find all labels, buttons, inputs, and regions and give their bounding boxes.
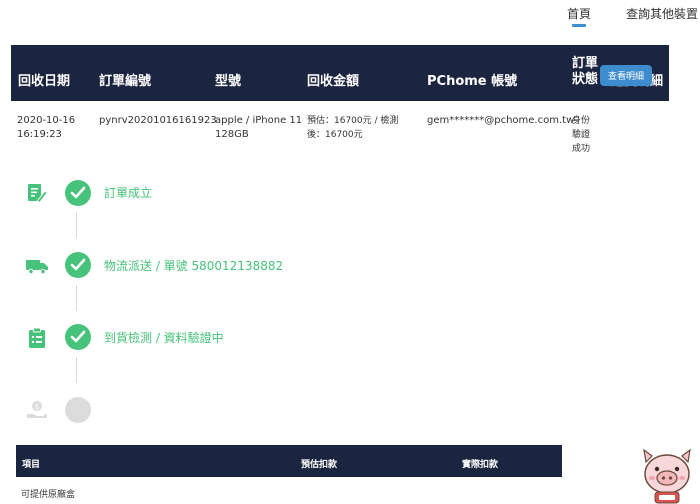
- step-3-check-icon: [65, 324, 91, 350]
- row-amount-after: 後：16700元: [307, 130, 363, 140]
- deduction-table-header: 項目 預估扣款 實際扣款: [16, 445, 562, 477]
- step-2-check-icon: [65, 252, 91, 278]
- order-table: 回收日期 訂單編號 型號 回收金額 PChome 帳號 訂單狀態 進度明細 20…: [11, 45, 669, 157]
- header-actual-deduction: 實際扣款: [462, 460, 499, 470]
- delivery-truck-icon: [25, 253, 49, 277]
- timeline-connector: [76, 285, 77, 311]
- hand-money-icon: $: [25, 398, 49, 422]
- nav-query-other-devices-link[interactable]: 查詢其他裝置: [626, 5, 698, 22]
- step-1-check-icon: [65, 180, 91, 206]
- document-edit-icon: [25, 181, 49, 205]
- table-row: 2020-10-16 16:19:23 pynrv20201016161923 …: [11, 101, 669, 157]
- header-model: 型號: [215, 74, 242, 89]
- header-recycle-date: 回收日期: [18, 74, 71, 89]
- nav-active-indicator: [572, 24, 586, 27]
- step-4-pending-indicator: [65, 397, 91, 423]
- row-date: 2020-10-16: [17, 115, 76, 126]
- timeline-connector: [76, 357, 77, 383]
- row-time: 16:19:23: [17, 129, 62, 140]
- clipboard-check-icon: [25, 326, 49, 350]
- header-order-number: 訂單編號: [99, 74, 152, 89]
- step-2-label: 物流派送 / 單號 580012138882: [104, 259, 284, 273]
- pig-mascot-icon: [638, 448, 696, 504]
- row-order-number: pynrv20201016161923: [99, 115, 217, 126]
- deduction-row-item: 可提供原廠盒: [21, 490, 76, 500]
- step-1-label: 訂單成立: [104, 186, 153, 200]
- header-recycle-amount: 回收金額: [307, 74, 360, 89]
- step-3-label: 到貨檢測 / 資料驗證中: [104, 331, 224, 345]
- svg-text:$: $: [35, 403, 39, 411]
- order-table-header: 回收日期 訂單編號 型號 回收金額 PChome 帳號 訂單狀態 進度明細: [11, 45, 669, 101]
- header-order-status: 訂單狀態: [572, 56, 599, 87]
- row-model-capacity: 128GB: [215, 129, 249, 140]
- view-detail-button[interactable]: 查看明細: [600, 65, 652, 86]
- row-status-line3: 成功: [572, 144, 591, 154]
- nav-home-link[interactable]: 首頁: [567, 5, 591, 22]
- row-status-line2: 驗證: [572, 130, 591, 140]
- row-amount: 預估：16700元 / 檢測: [307, 116, 399, 126]
- timeline-connector: [76, 212, 77, 238]
- deduction-table: 項目 預估扣款 實際扣款 可提供原廠盒: [16, 445, 562, 500]
- row-account: gem*******@pchome.com.tw: [427, 115, 575, 126]
- row-status-line1: 身份: [572, 116, 591, 126]
- header-pchome-account: PChome 帳號: [427, 74, 518, 89]
- header-item: 項目: [22, 460, 41, 470]
- row-model: apple / iPhone 11: [215, 115, 303, 126]
- header-estimated-deduction: 預估扣款: [301, 460, 338, 470]
